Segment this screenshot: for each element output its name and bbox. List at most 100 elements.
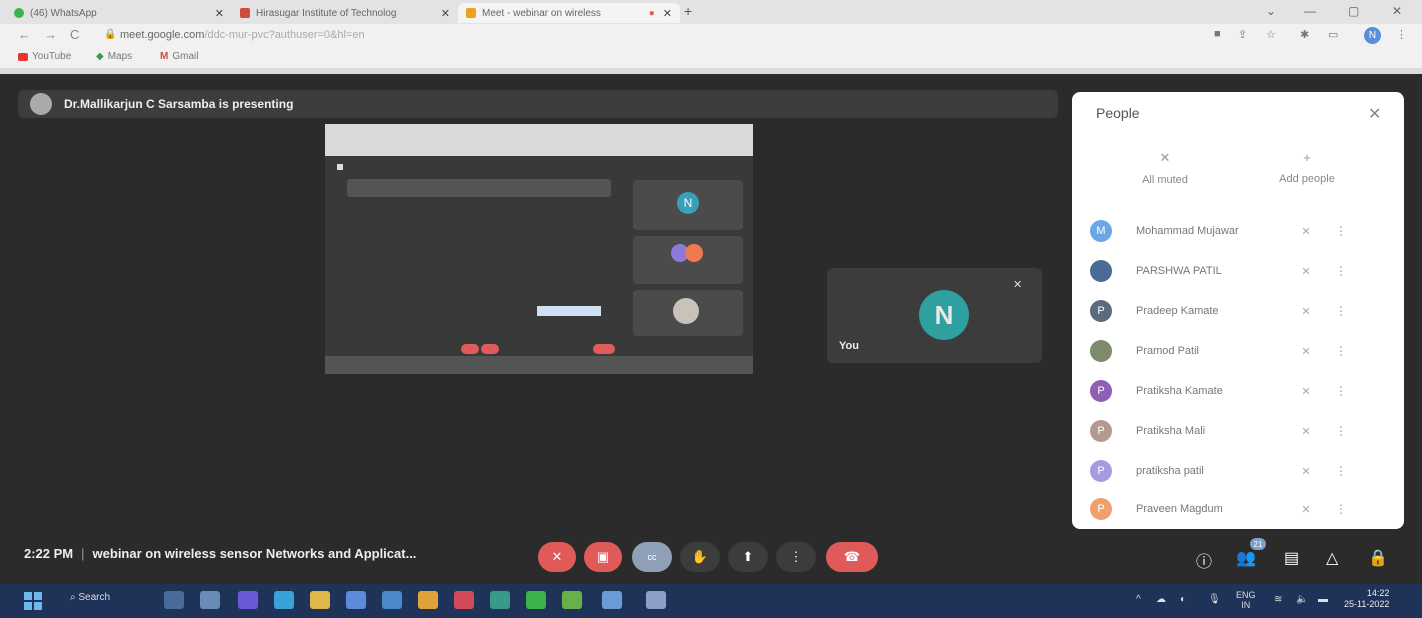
participant-name: Pratiksha Kamate bbox=[1136, 385, 1223, 397]
app-icon[interactable] bbox=[454, 591, 474, 609]
present-button[interactable]: ⬆ bbox=[728, 542, 768, 572]
mic-icon[interactable]: 🎙 bbox=[1208, 594, 1221, 605]
participant-row[interactable]: M Mohammad Mujawar ✕ ⋮ bbox=[1090, 214, 1390, 248]
more-options-icon[interactable]: ⋮ bbox=[1326, 424, 1356, 438]
cloud-icon[interactable]: ☁ bbox=[1156, 594, 1166, 605]
shared-tile bbox=[633, 236, 743, 284]
share-icon[interactable]: ⇪ bbox=[1238, 28, 1247, 41]
more-options-icon[interactable]: ⋮ bbox=[1326, 464, 1356, 478]
language-indicator[interactable]: ENG IN bbox=[1236, 590, 1256, 610]
self-video-tile[interactable]: ✕ N You bbox=[827, 268, 1042, 363]
captions-icon: cc bbox=[647, 552, 657, 562]
presenting-text: Dr.Mallikarjun C Sarsamba is presenting bbox=[64, 97, 294, 111]
new-tab-button[interactable]: + bbox=[684, 3, 692, 19]
camera-toggle-button[interactable]: ▣ bbox=[584, 542, 622, 572]
tray-app-icon[interactable]: ◐ bbox=[1180, 594, 1186, 605]
chat-icon[interactable]: ▤ bbox=[1284, 548, 1299, 568]
participant-count-badge: 21 bbox=[1250, 538, 1266, 550]
chrome-icon[interactable] bbox=[562, 591, 582, 609]
tab-whatsapp[interactable]: (46) WhatsApp ✕ bbox=[14, 3, 224, 23]
tab-title: Meet - webinar on wireless bbox=[482, 7, 601, 19]
self-label: You bbox=[839, 340, 859, 352]
mic-off-icon: ✕ bbox=[1159, 150, 1171, 165]
system-clock[interactable]: 14:22 25-11-2022 bbox=[1344, 588, 1389, 610]
bookmark-maps[interactable]: ◆ Maps bbox=[96, 51, 132, 62]
more-options-button[interactable]: ⋮ bbox=[776, 542, 816, 572]
bookmark-youtube[interactable]: YouTube bbox=[18, 51, 71, 62]
url-host: meet.google.com bbox=[120, 29, 205, 41]
star-icon[interactable]: ☆ bbox=[1266, 28, 1276, 41]
app-icon[interactable] bbox=[490, 591, 510, 609]
participant-row[interactable]: P Pratiksha Mali ✕ ⋮ bbox=[1090, 414, 1390, 448]
shared-browser-chrome bbox=[325, 124, 753, 156]
info-icon[interactable]: ⓘ bbox=[1196, 548, 1212, 572]
windows-start-icon[interactable] bbox=[24, 592, 42, 610]
close-icon[interactable]: ✕ bbox=[1368, 104, 1381, 124]
hand-icon: ✋ bbox=[691, 549, 709, 564]
tray-chevron-icon[interactable]: ^ bbox=[1136, 594, 1141, 605]
store-icon[interactable] bbox=[346, 591, 366, 609]
chat-app-icon[interactable] bbox=[238, 591, 258, 609]
mic-toggle-button[interactable]: ✕ bbox=[538, 542, 576, 572]
more-options-icon[interactable]: ⋮ bbox=[1326, 224, 1356, 238]
minimize-button[interactable]: — bbox=[1304, 4, 1316, 18]
activities-icon[interactable]: △ bbox=[1326, 548, 1338, 568]
participant-name: PARSHWA PATIL bbox=[1136, 265, 1222, 277]
captions-button[interactable]: cc bbox=[632, 542, 672, 572]
sidepanel-icon[interactable]: ▭ bbox=[1328, 28, 1338, 41]
meet-icon bbox=[466, 8, 476, 18]
leave-call-button[interactable]: ☎ bbox=[826, 542, 878, 572]
back-button[interactable]: ← bbox=[18, 27, 31, 42]
host-controls-icon[interactable]: 🔒 bbox=[1368, 548, 1388, 568]
whatsapp-icon[interactable] bbox=[526, 591, 546, 609]
add-people-button[interactable]: + Add people bbox=[1252, 150, 1362, 185]
shared-avatar bbox=[685, 244, 703, 262]
address-input[interactable]: meet.google.com/ddc-mur-pvc?authuser=0&h… bbox=[120, 29, 365, 41]
participant-row[interactable]: PARSHWA PATIL ✕ ⋮ bbox=[1090, 254, 1390, 288]
taskbar-search[interactable]: ⌕ Search bbox=[70, 592, 110, 603]
chrome-icon[interactable] bbox=[418, 591, 438, 609]
tab-search-icon[interactable]: ⌄ bbox=[1266, 4, 1276, 18]
participant-row[interactable]: P Pratiksha Kamate ✕ ⋮ bbox=[1090, 374, 1390, 408]
reload-button[interactable]: C bbox=[70, 27, 79, 42]
all-muted-button[interactable]: ✕ All muted bbox=[1110, 150, 1220, 186]
volume-icon[interactable]: 🔈 bbox=[1296, 594, 1308, 605]
forward-button[interactable]: → bbox=[44, 27, 57, 42]
participant-row[interactable]: P Pradeep Kamate ✕ ⋮ bbox=[1090, 294, 1390, 328]
app-icon[interactable] bbox=[602, 591, 622, 609]
more-options-icon[interactable]: ⋮ bbox=[1326, 344, 1356, 358]
app-icon[interactable] bbox=[382, 591, 402, 609]
task-view-icon[interactable] bbox=[164, 591, 184, 609]
shared-control bbox=[481, 344, 499, 354]
bookmark-gmail[interactable]: M Gmail bbox=[160, 51, 198, 62]
more-options-icon[interactable]: ⋮ bbox=[1326, 264, 1356, 278]
profile-avatar[interactable]: N bbox=[1364, 27, 1381, 44]
add-people-label: Add people bbox=[1279, 173, 1335, 185]
more-options-icon[interactable]: ⋮ bbox=[1326, 502, 1356, 516]
file-explorer-icon[interactable] bbox=[310, 591, 330, 609]
close-window-button[interactable]: ✕ bbox=[1392, 4, 1402, 18]
app-icon[interactable] bbox=[646, 591, 666, 609]
tab-hirasugar[interactable]: Hirasugar Institute of Technolog ✕ bbox=[240, 3, 450, 23]
close-icon[interactable]: ✕ bbox=[215, 7, 224, 20]
people-icon[interactable]: 👥 bbox=[1236, 548, 1256, 568]
address-bar-row: ← → C 🔒 meet.google.com/ddc-mur-pvc?auth… bbox=[0, 24, 1422, 48]
mic-off-icon: ✕ bbox=[1301, 425, 1311, 438]
widgets-icon[interactable] bbox=[200, 591, 220, 609]
extensions-icon[interactable]: ✱ bbox=[1300, 28, 1309, 41]
tab-meet[interactable]: Meet - webinar on wireless ● ✕ bbox=[458, 3, 680, 23]
more-options-icon[interactable]: ⋮ bbox=[1326, 304, 1356, 318]
participant-row[interactable]: Pramod Patil ✕ ⋮ bbox=[1090, 334, 1390, 368]
close-icon[interactable]: ✕ bbox=[441, 7, 450, 20]
menu-icon[interactable]: ⋮ bbox=[1396, 28, 1407, 41]
restore-button[interactable]: ▢ bbox=[1348, 4, 1359, 18]
participant-row[interactable]: P Praveen Magdum ✕ ⋮ bbox=[1090, 492, 1390, 526]
more-options-icon[interactable]: ⋮ bbox=[1326, 384, 1356, 398]
wifi-icon[interactable]: ≋ bbox=[1274, 594, 1282, 605]
edge-icon[interactable] bbox=[274, 591, 294, 609]
close-icon[interactable]: ✕ bbox=[663, 7, 672, 20]
raise-hand-button[interactable]: ✋ bbox=[680, 542, 720, 572]
participant-row[interactable]: P pratiksha patil ✕ ⋮ bbox=[1090, 454, 1390, 488]
battery-icon[interactable]: ▬ bbox=[1318, 594, 1328, 605]
camera-icon[interactable]: ■ bbox=[1214, 28, 1221, 40]
